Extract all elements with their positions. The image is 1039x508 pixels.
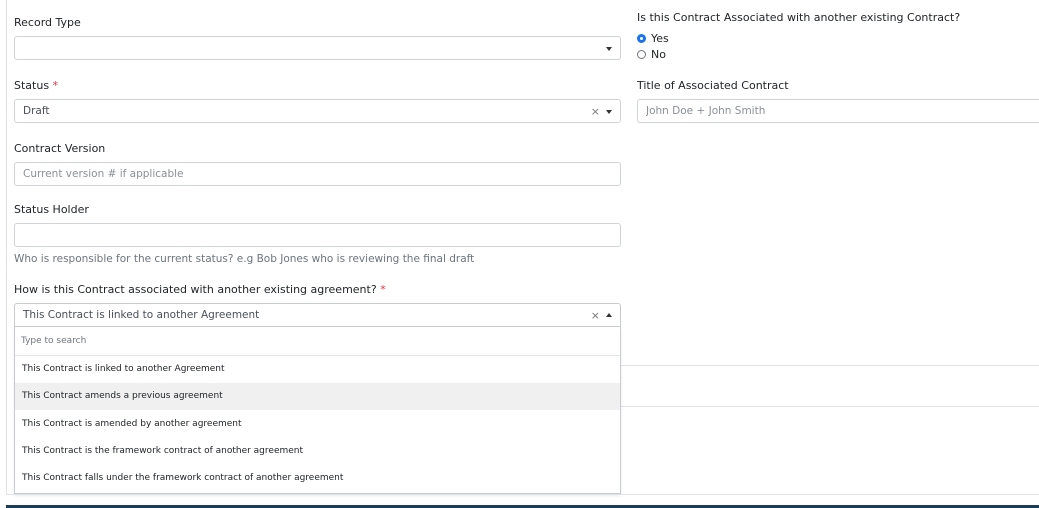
dropdown-option[interactable]: This Contract amends a previous agreemen… — [15, 383, 620, 410]
record-type-select[interactable] — [14, 36, 621, 60]
associated-question-label: Is this Contract Associated with another… — [637, 11, 961, 24]
contract-version-input[interactable] — [14, 162, 621, 186]
radio-no[interactable] — [637, 50, 646, 59]
required-marker: * — [380, 283, 386, 296]
required-marker: * — [52, 79, 59, 92]
dropdown-option[interactable]: This Contract is amended by another agre… — [15, 411, 620, 438]
radio-yes[interactable] — [637, 34, 646, 43]
chevron-down-icon[interactable] — [606, 47, 612, 51]
status-holder-label: Status Holder — [14, 203, 89, 216]
status-value: Draft — [23, 105, 50, 117]
contract-version-label: Contract Version — [14, 142, 106, 155]
dropdown-option[interactable]: This Contract is the framework contract … — [15, 438, 620, 465]
associated-title-label: Title of Associated Contract — [637, 79, 789, 92]
associated-title-input[interactable] — [637, 99, 1039, 123]
status-label: Status * — [14, 79, 58, 92]
dropdown-search-input[interactable] — [15, 327, 620, 356]
chevron-up-icon[interactable] — [606, 313, 612, 317]
card-left-edge — [6, 0, 7, 494]
association-type-dropdown: This Contract is linked to another Agree… — [14, 327, 621, 494]
status-holder-input[interactable] — [14, 223, 621, 247]
chevron-down-icon[interactable] — [606, 110, 612, 114]
panel-divider-top — [621, 365, 1039, 366]
dropdown-option[interactable]: This Contract falls under the framework … — [15, 465, 620, 492]
panel-divider-bottom — [621, 406, 1039, 407]
status-holder-help-text: Who is responsible for the current statu… — [14, 253, 475, 265]
status-select[interactable]: Draft × — [14, 99, 621, 123]
dropdown-option[interactable]: This Contract is linked to another Agree… — [15, 356, 620, 383]
status-label-text: Status — [14, 79, 50, 92]
association-type-label-text: How is this Contract associated with ano… — [14, 283, 377, 296]
record-type-label: Record Type — [14, 16, 81, 29]
card-bottom-edge — [6, 494, 1039, 495]
radio-no-label[interactable]: No — [651, 48, 666, 61]
clear-icon[interactable]: × — [591, 310, 600, 322]
association-type-label: How is this Contract associated with ano… — [14, 283, 386, 296]
association-type-select[interactable]: This Contract is linked to another Agree… — [14, 303, 621, 327]
radio-yes-label[interactable]: Yes — [651, 32, 669, 45]
association-type-value: This Contract is linked to another Agree… — [23, 309, 260, 321]
clear-icon[interactable]: × — [591, 106, 600, 118]
